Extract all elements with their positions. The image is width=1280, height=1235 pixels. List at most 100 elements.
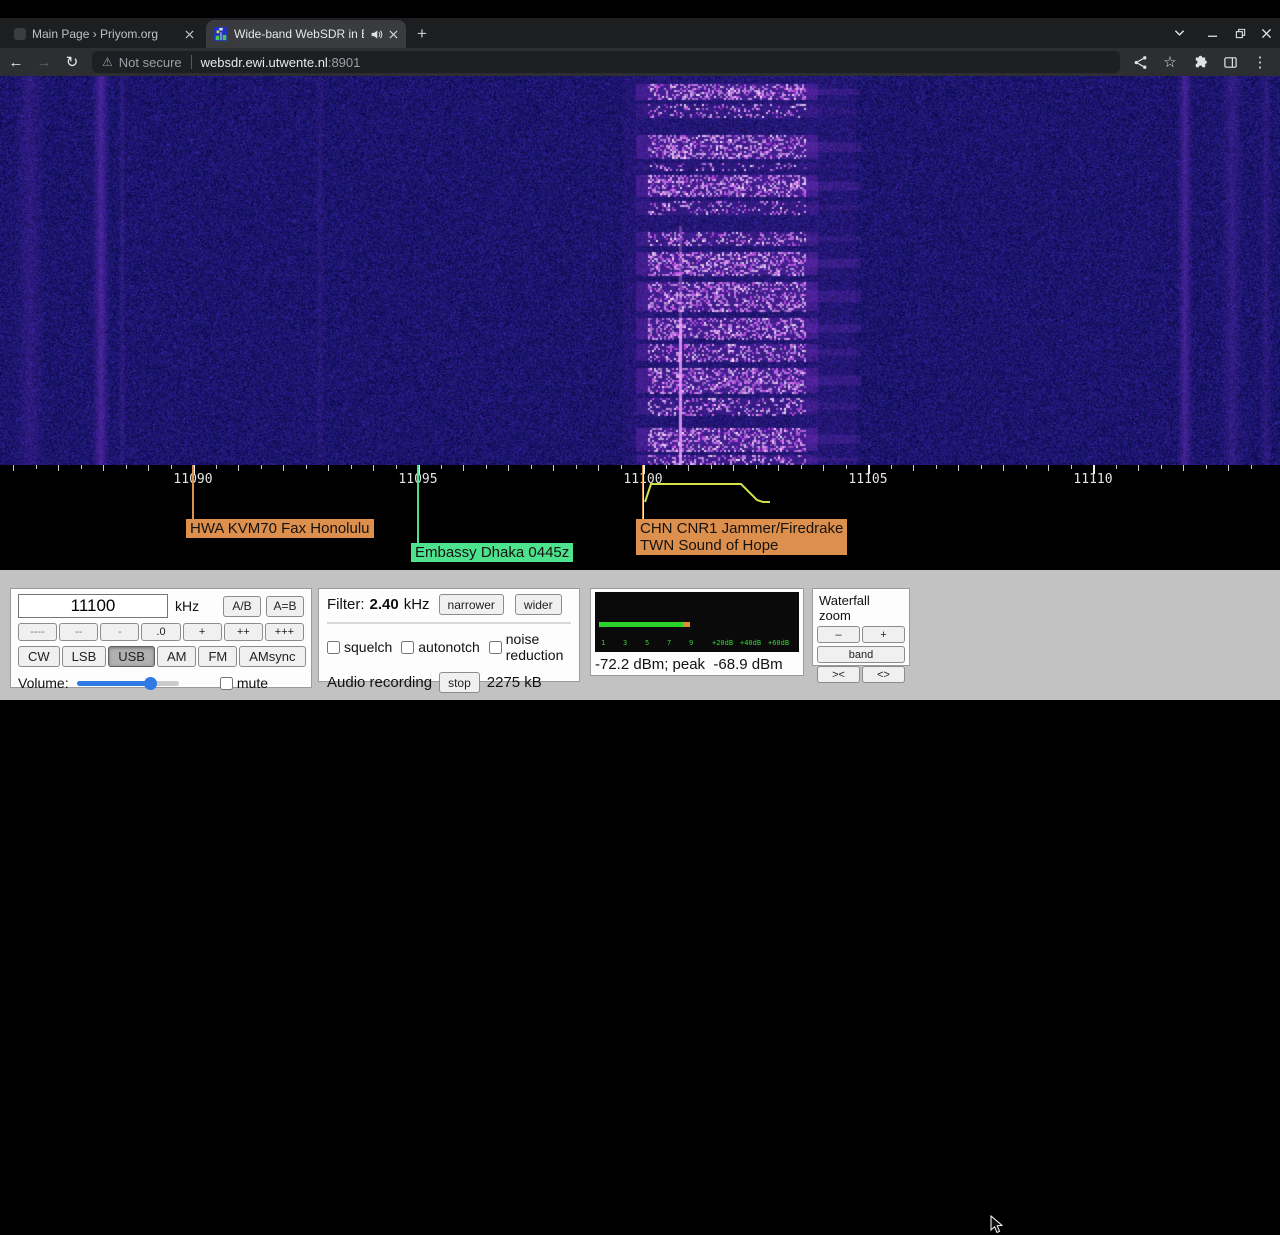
scale-tick bbox=[1206, 465, 1207, 469]
step-down1-button[interactable]: - bbox=[100, 623, 139, 641]
khz-label: kHz bbox=[175, 598, 199, 614]
smeter-scale-label: 5 bbox=[645, 639, 649, 647]
forward-button[interactable]: → bbox=[32, 50, 56, 74]
narrower-button[interactable]: narrower bbox=[439, 594, 504, 615]
ab-toggle-button[interactable]: A/B bbox=[223, 596, 261, 617]
mode-cw-button[interactable]: CW bbox=[18, 646, 60, 667]
scale-tick bbox=[823, 465, 824, 471]
tuning-pointer[interactable] bbox=[643, 465, 644, 519]
reload-button[interactable]: ↻ bbox=[60, 50, 84, 74]
url-divider bbox=[191, 55, 192, 69]
scale-tick bbox=[103, 465, 104, 471]
back-button[interactable]: ← bbox=[4, 50, 28, 74]
scale-tick bbox=[1161, 465, 1162, 469]
tab-close-icon[interactable] bbox=[185, 30, 194, 39]
scale-tick bbox=[58, 465, 59, 471]
smeter-scale-label: 9 bbox=[689, 639, 693, 647]
station-label[interactable]: HWA KVM70 Fax Honolulu bbox=[186, 519, 374, 538]
scale-tick bbox=[261, 465, 262, 469]
bookmark-star-icon[interactable]: ☆ bbox=[1160, 52, 1180, 72]
signal-strength-reading: -72.2 dBm; peak -68.9 dBm bbox=[595, 656, 799, 673]
frequency-input[interactable] bbox=[18, 594, 168, 618]
share-icon[interactable] bbox=[1130, 52, 1150, 72]
zoom-in-button[interactable]: + bbox=[862, 626, 905, 643]
scale-tick bbox=[373, 465, 374, 471]
scale-tick bbox=[913, 465, 914, 471]
tab-websdr[interactable]: Wide-band WebSDR in Ensc bbox=[206, 20, 406, 48]
smeter-scale-label: +40dB bbox=[740, 639, 761, 647]
autonotch-checkbox[interactable] bbox=[401, 641, 414, 654]
step-round-button[interactable]: .0 bbox=[141, 623, 180, 641]
step-up1-button[interactable]: + bbox=[183, 623, 222, 641]
scale-tick bbox=[1183, 465, 1184, 471]
mute-checkbox[interactable] bbox=[220, 677, 233, 690]
smeter-scale-label: +60dB bbox=[768, 639, 789, 647]
wider-button[interactable]: wider bbox=[515, 594, 562, 615]
scale-tick bbox=[1071, 465, 1072, 469]
station-marker-line bbox=[192, 465, 194, 519]
scale-tick bbox=[981, 465, 982, 469]
side-panel-icon[interactable] bbox=[1220, 52, 1240, 72]
scale-tick bbox=[81, 465, 82, 469]
zoom-out-button[interactable]: – bbox=[817, 626, 860, 643]
scale-tick bbox=[463, 465, 464, 471]
volume-slider-thumb[interactable] bbox=[144, 677, 157, 690]
window-close-button[interactable] bbox=[1255, 22, 1277, 44]
station-label[interactable]: CHN CNR1 Jammer/FiredrakeTWN Sound of Ho… bbox=[636, 519, 847, 555]
recording-size: 2275 kB bbox=[487, 674, 542, 691]
frequency-scale-area[interactable]: 1109011095111001110511110 HWA KVM70 Fax … bbox=[0, 465, 1280, 570]
smeter-panel: 13579+20dB+40dB+60dB -72.2 dBm; peak -68… bbox=[590, 588, 804, 676]
scale-tick bbox=[486, 465, 487, 469]
scale-tick bbox=[13, 465, 14, 471]
audio-recording-label: Audio recording bbox=[327, 674, 432, 691]
window-restore-button[interactable] bbox=[1229, 22, 1251, 44]
scale-tick bbox=[688, 465, 689, 471]
priyom-favicon bbox=[14, 28, 26, 40]
menu-kebab-icon[interactable]: ⋮ bbox=[1250, 52, 1270, 72]
step-up3-button[interactable]: +++ bbox=[265, 623, 304, 641]
smeter-bar bbox=[599, 622, 683, 627]
smeter-scale-label: 7 bbox=[667, 639, 671, 647]
scale-tick bbox=[958, 465, 959, 471]
step-down3-button[interactable]: ---- bbox=[18, 623, 57, 641]
mode-fm-button[interactable]: FM bbox=[198, 646, 237, 667]
scale-tick bbox=[238, 465, 239, 471]
stop-recording-button[interactable]: stop bbox=[439, 672, 480, 693]
station-label[interactable]: Embassy Dhaka 0445z bbox=[411, 543, 573, 562]
waterfall-canvas[interactable] bbox=[0, 76, 1280, 465]
tab-priyom[interactable]: Main Page › Priyom.org bbox=[6, 20, 202, 48]
scale-tick bbox=[621, 465, 622, 469]
scale-tick bbox=[1138, 465, 1139, 471]
step-down2-button[interactable]: -- bbox=[59, 623, 98, 641]
frequency-panel: kHz A/B A=B ---- -- - .0 + ++ +++ CW LSB… bbox=[10, 588, 312, 688]
mode-amsync-button[interactable]: AMsync bbox=[239, 646, 305, 667]
tab-close-icon[interactable] bbox=[389, 30, 398, 39]
step-up2-button[interactable]: ++ bbox=[224, 623, 263, 641]
new-tab-button[interactable]: + bbox=[412, 24, 432, 44]
volume-slider[interactable] bbox=[77, 681, 179, 686]
autonotch-checkbox-label: autonotch bbox=[401, 639, 480, 655]
scale-tick bbox=[216, 465, 217, 469]
tab-search-chevron-icon[interactable] bbox=[1168, 22, 1190, 44]
url-port: :8901 bbox=[328, 55, 361, 70]
zoom-band-button[interactable]: band bbox=[817, 646, 905, 663]
ab-copy-button[interactable]: A=B bbox=[266, 596, 304, 617]
smeter-display: 13579+20dB+40dB+60dB bbox=[595, 592, 799, 652]
smeter-peak-bar bbox=[683, 622, 690, 627]
noise-reduction-checkbox[interactable] bbox=[489, 641, 502, 654]
extensions-puzzle-icon[interactable] bbox=[1190, 52, 1210, 72]
squelch-checkbox[interactable] bbox=[327, 641, 340, 654]
scale-tick bbox=[328, 465, 329, 471]
window-minimize-button[interactable] bbox=[1201, 22, 1223, 44]
tab-audio-icon[interactable] bbox=[370, 28, 383, 41]
scale-tick bbox=[126, 465, 127, 469]
address-bar[interactable]: ⚠ Not secure websdr.ewi.utwente.nl :8901 bbox=[92, 51, 1120, 73]
tab-title: Main Page › Priyom.org bbox=[32, 27, 179, 41]
scale-tick bbox=[1003, 465, 1004, 471]
zoom-shrink-button[interactable]: >< bbox=[817, 666, 860, 683]
mode-am-button[interactable]: AM bbox=[157, 646, 197, 667]
zoom-expand-button[interactable]: <> bbox=[862, 666, 905, 683]
mode-usb-button[interactable]: USB bbox=[108, 646, 155, 667]
mode-lsb-button[interactable]: LSB bbox=[62, 646, 107, 667]
letterbox-top bbox=[0, 0, 1280, 18]
